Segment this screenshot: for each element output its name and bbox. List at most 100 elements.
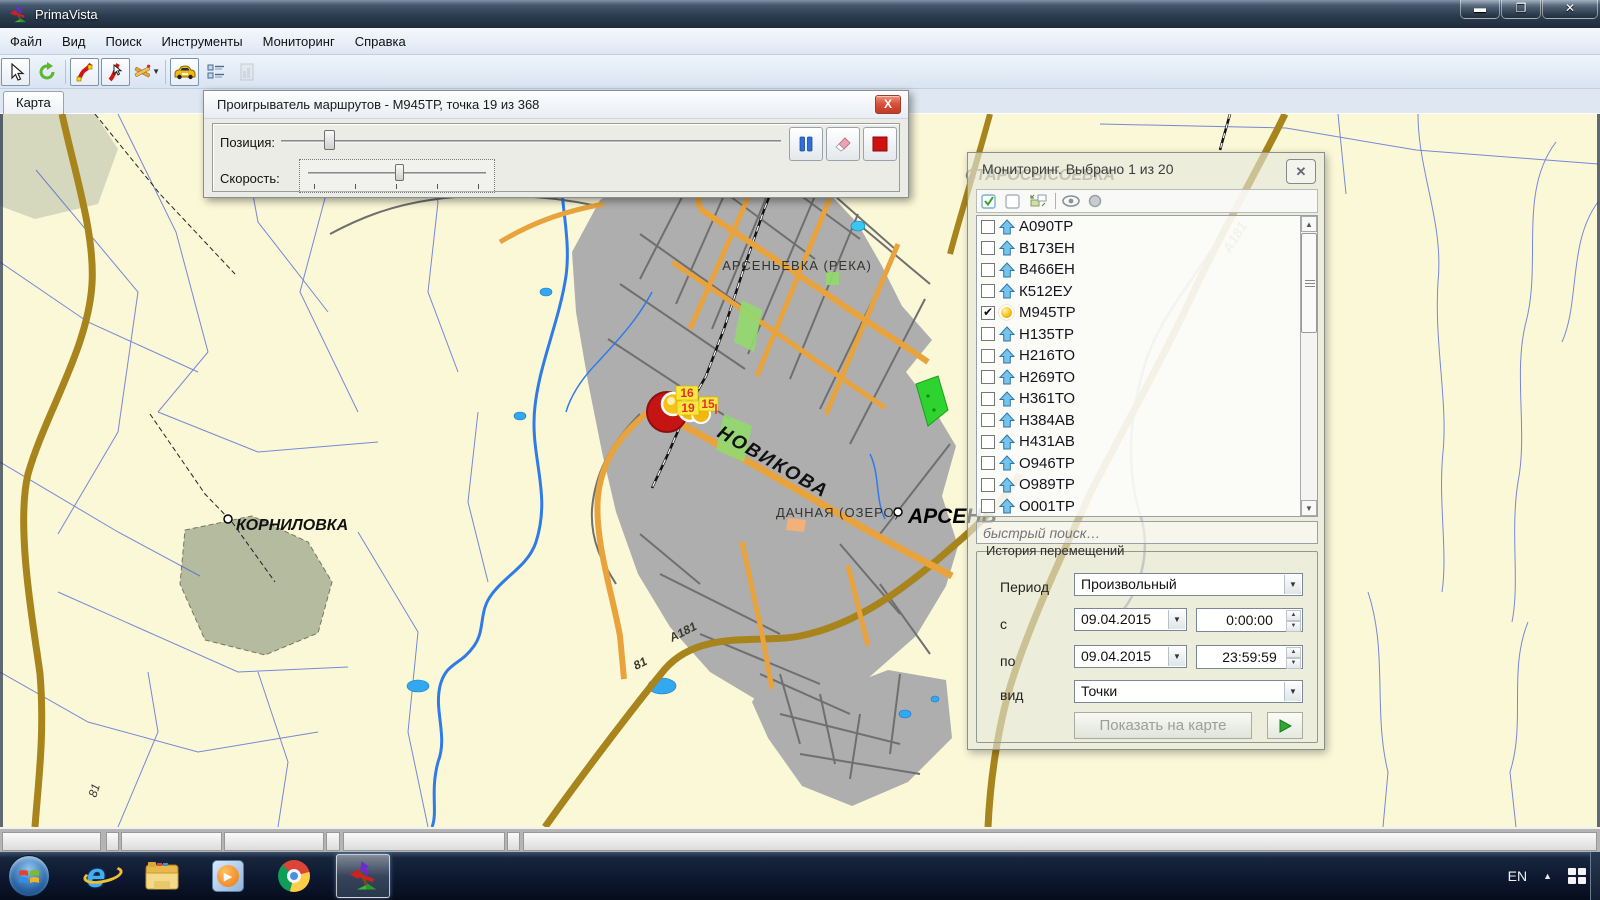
spin-up-icon[interactable]: ▲: [1286, 610, 1301, 621]
route-player-close-button[interactable]: X: [875, 95, 901, 114]
vehicle-checkbox[interactable]: [981, 327, 995, 341]
combo-dropdown-icon[interactable]: ▼: [1168, 647, 1185, 666]
language-indicator[interactable]: EN: [1508, 868, 1527, 884]
erase-route-button[interactable]: [826, 127, 860, 161]
menu-view[interactable]: Вид: [52, 30, 96, 53]
taskbar-chrome-button[interactable]: [274, 856, 314, 896]
combo-dropdown-icon[interactable]: ▼: [1284, 575, 1301, 594]
vehicle-checkbox[interactable]: [981, 435, 995, 449]
list-item[interactable]: Н135ТР: [977, 324, 1317, 346]
from-time-spinner[interactable]: 0:00:00 ▲▼: [1196, 608, 1303, 632]
taskbar-explorer-button[interactable]: [142, 856, 182, 896]
speed-slider-thumb[interactable]: [395, 164, 404, 181]
map-canvas[interactable]: АРСЕНЬЕВКА (РЕКА) НОВИКОВА ДАЧНАЯ (ОЗЕРО…: [0, 114, 1600, 827]
scroll-down-icon[interactable]: ▼: [1301, 500, 1317, 516]
vehicle-checkbox[interactable]: [981, 263, 995, 277]
pause-button[interactable]: [789, 127, 823, 161]
route-points-button[interactable]: [70, 58, 99, 86]
close-button[interactable]: ✕: [1542, 0, 1598, 19]
arrow-up-icon: [999, 283, 1016, 299]
taskbar-ie-button[interactable]: e: [76, 856, 116, 896]
minimize-button[interactable]: ▬: [1460, 0, 1500, 19]
eraser-icon: [834, 136, 852, 152]
taskbar-primavista-button[interactable]: [336, 854, 390, 898]
invert-selection-button[interactable]: [1029, 193, 1047, 209]
list-item[interactable]: О946ТР: [977, 453, 1317, 475]
select-tool-button[interactable]: [1, 58, 30, 86]
vehicle-checkbox[interactable]: [981, 241, 995, 255]
report-button[interactable]: [232, 58, 261, 86]
combo-dropdown-icon[interactable]: ▼: [1168, 610, 1185, 629]
taskbar-wmp-button[interactable]: ▶: [208, 856, 248, 896]
spin-up-icon[interactable]: ▲: [1286, 647, 1301, 658]
list-item[interactable]: О989ТР: [977, 474, 1317, 496]
to-time-spinner[interactable]: 23:59:59 ▲▼: [1196, 645, 1303, 669]
tray-expand-icon[interactable]: ▲: [1543, 871, 1552, 881]
position-slider-track[interactable]: [281, 140, 781, 143]
to-date-picker[interactable]: 09.04.2015 ▼: [1074, 645, 1187, 668]
list-item[interactable]: Н216ТО: [977, 345, 1317, 367]
status-segment: [121, 832, 222, 851]
route-cursor-button[interactable]: [101, 58, 130, 86]
list-item[interactable]: А090ТР: [977, 216, 1317, 238]
list-item[interactable]: Н269ТО: [977, 367, 1317, 389]
list-item-selected[interactable]: М945ТР: [977, 302, 1317, 324]
play-route-button[interactable]: [1267, 712, 1303, 739]
list-item[interactable]: Н384АВ: [977, 410, 1317, 432]
vehicle-checkbox[interactable]: [981, 392, 995, 406]
scroll-up-icon[interactable]: ▲: [1301, 216, 1317, 232]
chrome-icon: [278, 860, 310, 892]
quick-search-field[interactable]: [976, 521, 1318, 544]
from-date-picker[interactable]: 09.04.2015 ▼: [1074, 608, 1187, 631]
action-center-icon[interactable]: [1568, 868, 1586, 884]
vehicle-checkbox-checked[interactable]: [981, 306, 995, 320]
combo-dropdown-icon[interactable]: ▼: [1284, 682, 1301, 701]
show-on-map-toggle[interactable]: [1062, 194, 1080, 208]
menu-help[interactable]: Справка: [345, 30, 416, 53]
follow-toggle[interactable]: [1088, 194, 1102, 208]
start-button[interactable]: [8, 855, 50, 897]
tab-map[interactable]: Карта: [3, 91, 64, 114]
vehicle-checkbox[interactable]: [981, 284, 995, 298]
spin-down-icon[interactable]: ▼: [1286, 621, 1301, 632]
list-item[interactable]: О001ТР: [977, 496, 1317, 518]
draw-tools-button[interactable]: ▼: [132, 58, 161, 86]
vehicle-checkbox[interactable]: [981, 349, 995, 363]
search-input[interactable]: [977, 522, 1317, 543]
check-all-button[interactable]: [981, 193, 997, 209]
menu-monitoring[interactable]: Мониторинг: [253, 30, 345, 53]
vehicle-checkbox[interactable]: [981, 456, 995, 470]
vehicle-checkbox[interactable]: [981, 499, 995, 513]
vehicle-checkbox[interactable]: [981, 478, 995, 492]
vehicle-list-scrollbar[interactable]: ▲ ▼: [1300, 216, 1317, 516]
vehicle-checkbox[interactable]: [981, 220, 995, 234]
show-on-map-button[interactable]: Показать на карте: [1074, 712, 1252, 739]
menu-tools[interactable]: Инструменты: [152, 30, 253, 53]
monitoring-close-button[interactable]: ✕: [1286, 159, 1316, 184]
vehicles-button[interactable]: [170, 58, 199, 86]
list-item[interactable]: В173ЕН: [977, 238, 1317, 260]
spin-down-icon[interactable]: ▼: [1286, 658, 1301, 669]
view-combobox[interactable]: Точки ▼: [1074, 680, 1303, 703]
menu-search[interactable]: Поиск: [96, 30, 152, 53]
stop-button[interactable]: [863, 127, 897, 161]
restore-button[interactable]: ❐: [1501, 0, 1541, 19]
refresh-button[interactable]: [32, 58, 61, 86]
window-border-left: [0, 114, 3, 827]
list-item[interactable]: К512ЕУ: [977, 281, 1317, 303]
vehicle-checkbox[interactable]: [981, 413, 995, 427]
list-item[interactable]: Н431АВ: [977, 431, 1317, 453]
vehicle-checkbox[interactable]: [981, 370, 995, 384]
scrollbar-thumb[interactable]: [1301, 233, 1317, 333]
list-item[interactable]: Н361ТО: [977, 388, 1317, 410]
route-cursor-icon: [106, 62, 126, 82]
speed-slider[interactable]: [299, 159, 495, 193]
list-item[interactable]: В466ЕН: [977, 259, 1317, 281]
position-slider-thumb[interactable]: [324, 130, 335, 150]
uncheck-all-button[interactable]: [1005, 193, 1021, 209]
period-combobox[interactable]: Произвольный ▼: [1074, 573, 1303, 596]
menu-file[interactable]: Файл: [0, 30, 52, 53]
monitor-list-button[interactable]: [201, 58, 230, 86]
show-desktop-button[interactable]: [1590, 852, 1600, 900]
route-player-titlebar[interactable]: Проигрыватель маршрутов - М945ТР, точка …: [204, 91, 908, 119]
